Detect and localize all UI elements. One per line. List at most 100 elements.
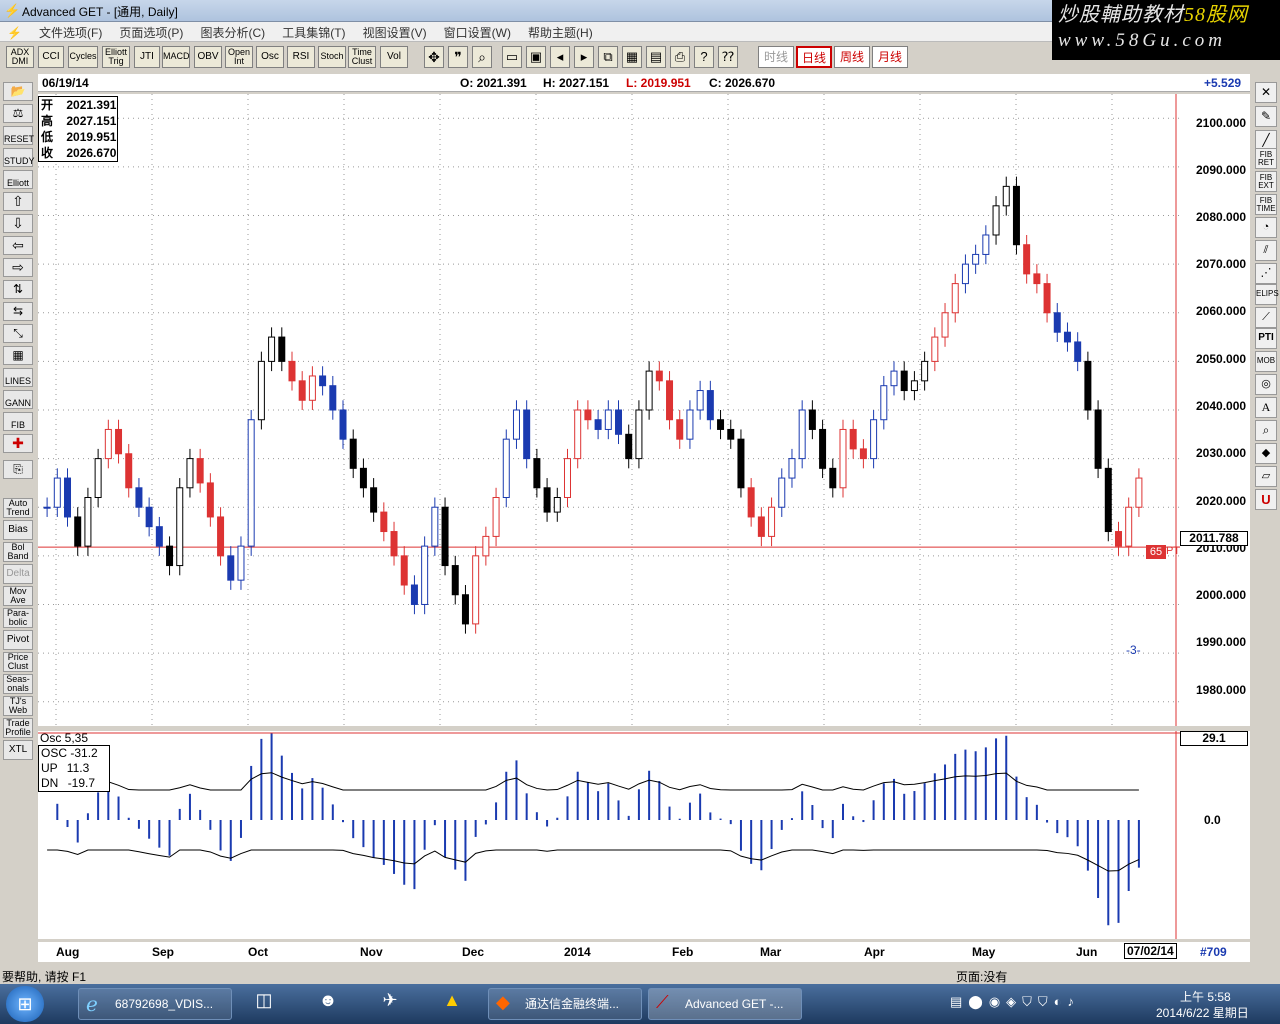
menu-page[interactable]: 页面选项(P) — [112, 22, 190, 43]
bol-band-button[interactable]: Bol Band — [3, 542, 33, 562]
study-open-int-button[interactable]: Open Int — [225, 46, 253, 68]
trade-profile-button[interactable]: Trade Profile — [3, 718, 33, 738]
seasonals-button[interactable]: Seas-onals — [3, 674, 33, 694]
auto-trend-button[interactable]: Auto Trend — [3, 498, 33, 518]
oscillator-panel[interactable]: Osc 5,35 OSC -31.2 UP 11.3 DN -19.7 — [38, 731, 1180, 939]
menu-file[interactable]: 文件选项(F) — [32, 22, 109, 43]
save-icon[interactable]: ▣ — [526, 46, 546, 68]
fib-time-button[interactable]: FIB TIME — [1255, 194, 1277, 215]
study-jti-button[interactable]: JTI — [134, 46, 160, 68]
close-icon[interactable]: ✕ — [1255, 82, 1277, 103]
arrow-right-icon[interactable]: ⇨ — [3, 258, 33, 277]
bird-icon[interactable]: ✈ — [372, 990, 408, 1020]
menu-icon[interactable]: ⚡ — [0, 24, 29, 42]
forward-icon[interactable]: ▸ — [574, 46, 594, 68]
start-button[interactable]: ⊞ — [6, 986, 44, 1022]
study-button[interactable]: STUDY — [3, 148, 35, 167]
elliott-button[interactable]: Elliott — [3, 170, 33, 189]
period-monthly-tab[interactable]: 月线 — [872, 46, 908, 68]
xtl-button[interactable]: XTL — [3, 740, 33, 760]
study-cci-button[interactable]: CCI — [38, 46, 64, 68]
quote-icon[interactable]: ❞ — [448, 46, 468, 68]
gann-fan-icon[interactable]: ⋰ — [1255, 263, 1277, 284]
menu-view[interactable]: 视图设置(V) — [356, 22, 434, 43]
pivot-button[interactable]: Pivot — [3, 630, 33, 650]
study-time-clust-button[interactable]: Time Clust — [348, 46, 376, 68]
measure-icon[interactable]: ⟋ — [1255, 307, 1277, 328]
lines-button[interactable]: LINES — [3, 368, 33, 387]
mob-button[interactable]: MOB — [1255, 351, 1277, 372]
bias-button[interactable]: Bias — [3, 520, 33, 540]
back-icon[interactable]: ◂ — [550, 46, 570, 68]
candle-body — [737, 438, 745, 489]
arrow-down-icon[interactable]: ⇩ — [3, 214, 33, 233]
copy-icon[interactable]: ⧉ — [598, 46, 618, 68]
arrow-up-icon[interactable]: ⇧ — [3, 192, 33, 211]
study-cycles-button[interactable]: Cycles — [68, 46, 98, 68]
delta-button[interactable]: Delta — [3, 564, 33, 584]
pencil-icon[interactable]: ✎ — [1255, 106, 1277, 127]
menu-chart[interactable]: 图表分析(C) — [193, 22, 272, 43]
scale-icon[interactable]: ⚖ — [3, 104, 33, 123]
study-stoch-button[interactable]: Stoch — [318, 46, 346, 68]
zoom-icon[interactable]: ⌕ — [472, 46, 492, 68]
fib-ext-button[interactable]: FIB EXT — [1255, 171, 1277, 192]
menu-help[interactable]: 帮助主题(H) — [521, 22, 600, 43]
menu-tools[interactable]: 工具集锦(T) — [275, 22, 352, 43]
cycle-icon[interactable]: ◎ — [1255, 374, 1277, 395]
tray-icons[interactable]: ▤⬤◉◈⛉⛉◐♪ — [950, 994, 1080, 1010]
study-rsi-button[interactable]: RSI — [287, 46, 315, 68]
task-item[interactable]: 通达信金融终端... — [488, 988, 642, 1020]
map-icon[interactable]: ◫ — [246, 990, 282, 1020]
reset-button[interactable]: RESET — [3, 126, 34, 145]
fib-ret-button[interactable]: FIB RET — [1255, 148, 1277, 169]
candle-body — [196, 458, 204, 484]
study-obv-button[interactable]: OBV — [194, 46, 222, 68]
export-icon[interactable]: ⎘ — [3, 460, 33, 479]
grid-icon[interactable]: ▦ — [622, 46, 642, 68]
study-elliott-trig-button[interactable]: Elliott Trig — [102, 46, 130, 68]
gann-button[interactable]: GANN — [3, 390, 33, 409]
task-item[interactable]: 68792698_VDIS... — [78, 988, 232, 1020]
study-osc-button[interactable]: Osc — [256, 46, 284, 68]
text-tool-icon[interactable]: A — [1255, 397, 1277, 418]
zoom-fit-icon[interactable]: ⤡ — [3, 324, 33, 343]
paint-icon[interactable]: ◆ — [1255, 443, 1277, 464]
study-macd-button[interactable]: MACD — [162, 46, 190, 68]
print-icon[interactable]: ⎙ — [670, 46, 690, 68]
layout-icon[interactable]: ▤ — [646, 46, 666, 68]
channel-icon[interactable]: ⫽ — [1255, 240, 1277, 261]
menu-window[interactable]: 窗口设置(W) — [437, 22, 518, 43]
new-page-icon[interactable]: ▭ — [502, 46, 522, 68]
app-icon[interactable]: ⚡ — [4, 3, 20, 19]
price-clust-button[interactable]: Price Clust — [3, 652, 33, 672]
table-icon[interactable]: ▦ — [3, 346, 33, 365]
parabolic-button[interactable]: Para-bolic — [3, 608, 33, 628]
study-adx-dmi-button[interactable]: ADX DMI — [6, 46, 34, 68]
elips-button[interactable]: ELIPS — [1255, 284, 1279, 305]
bars-icon[interactable]: ⇅ — [3, 280, 33, 299]
crosshair-icon[interactable]: ✚ — [3, 434, 33, 453]
undo-icon[interactable]: U — [1255, 489, 1277, 510]
arrow-left-icon[interactable]: ⇦ — [3, 236, 33, 255]
open-folder-icon[interactable]: 📂 — [3, 82, 33, 101]
compress-icon[interactable]: ⇆ — [3, 302, 33, 321]
help-icon[interactable]: ? — [694, 46, 714, 68]
warning-icon[interactable]: ▲ — [434, 990, 470, 1020]
fan-icon[interactable]: ◔ — [1255, 217, 1277, 238]
context-help-icon[interactable]: ⁇ — [718, 46, 738, 68]
tjs-web-button[interactable]: TJ's Web — [3, 696, 33, 716]
mov-ave-button[interactable]: Mov Ave — [3, 586, 33, 606]
cursor-icon[interactable]: ✥ — [424, 46, 444, 68]
eraser-icon[interactable]: ▱ — [1255, 466, 1277, 487]
task-item-active[interactable]: Advanced GET -... — [648, 988, 802, 1020]
period-hourly-tab[interactable]: 时线 — [758, 46, 794, 68]
period-weekly-tab[interactable]: 周线 — [834, 46, 870, 68]
price-chart[interactable]: 开 2021.391 高 2027.151 低 2019.951 收 2026.… — [38, 94, 1183, 726]
period-daily-tab[interactable]: 日线 — [796, 46, 832, 68]
qq-icon[interactable]: ☻ — [310, 990, 346, 1020]
pti-button[interactable]: PTI — [1255, 328, 1277, 349]
study-vol-button[interactable]: Vol — [380, 46, 408, 68]
magnify-icon[interactable]: ⌕ — [1255, 420, 1277, 441]
fib-button[interactable]: FIB — [3, 412, 33, 431]
